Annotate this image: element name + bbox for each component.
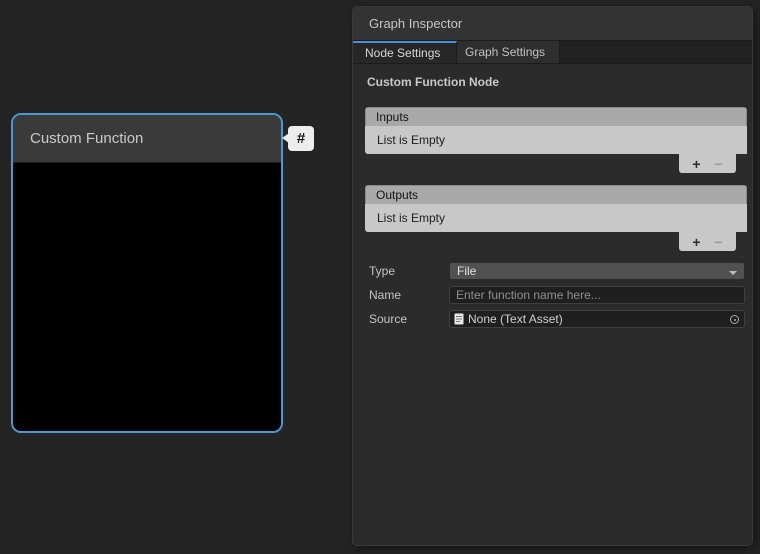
inputs-empty-label: List is Empty [377, 133, 445, 147]
outputs-list-footer: + − [679, 232, 736, 251]
custom-function-node[interactable]: Custom Function [11, 113, 283, 433]
type-row: Type File [353, 262, 752, 280]
tab-node-settings[interactable]: Node Settings [353, 41, 457, 63]
panel-header[interactable]: Graph Inspector [353, 7, 752, 41]
section-title: Custom Function Node [367, 75, 499, 89]
graph-inspector-panel: Graph Inspector Node Settings Graph Sett… [352, 6, 753, 546]
outputs-remove-button[interactable]: − [712, 235, 726, 249]
function-name-input[interactable] [449, 286, 745, 304]
inputs-list-title: Inputs [376, 110, 409, 124]
inputs-list-header[interactable]: Inputs [365, 107, 747, 126]
outputs-add-button[interactable]: + [689, 235, 703, 249]
inputs-list-footer: + − [679, 154, 736, 173]
tab-strip: Node Settings Graph Settings [353, 41, 752, 64]
node-body [13, 164, 281, 431]
text-asset-icon [454, 313, 464, 325]
node-title-bar[interactable]: Custom Function [13, 115, 281, 163]
type-dropdown-value: File [457, 264, 476, 278]
shader-graph-window: { "node": { "title": "Custom Function", … [0, 0, 760, 554]
outputs-list-empty-row: List is Empty [365, 204, 747, 232]
tab-graph-settings[interactable]: Graph Settings [457, 41, 560, 63]
outputs-list-header[interactable]: Outputs [365, 185, 747, 204]
inputs-list: Inputs List is Empty + − [365, 107, 747, 173]
source-label: Source [369, 310, 407, 328]
type-dropdown[interactable]: File [449, 262, 745, 280]
name-row: Name [353, 286, 752, 304]
chevron-down-icon [729, 271, 737, 275]
inputs-add-button[interactable]: + [689, 157, 703, 171]
outputs-empty-label: List is Empty [377, 211, 445, 225]
source-row: Source None (Text Asset) [353, 310, 752, 328]
inputs-list-empty-row: List is Empty [365, 126, 747, 154]
tab-label: Node Settings [365, 46, 440, 60]
hash-icon: # [297, 130, 305, 147]
type-label: Type [369, 262, 395, 280]
name-label: Name [369, 286, 401, 304]
node-title: Custom Function [30, 130, 143, 147]
outputs-list: Outputs List is Empty + − [365, 185, 747, 251]
outputs-list-title: Outputs [376, 188, 418, 202]
tab-label: Graph Settings [465, 45, 545, 59]
panel-title: Graph Inspector [369, 16, 462, 31]
object-picker-icon[interactable] [730, 315, 739, 324]
inputs-remove-button[interactable]: − [712, 157, 726, 171]
node-settings-badge[interactable]: # [288, 126, 314, 151]
source-object-field[interactable]: None (Text Asset) [449, 310, 745, 328]
source-value: None (Text Asset) [468, 312, 563, 326]
